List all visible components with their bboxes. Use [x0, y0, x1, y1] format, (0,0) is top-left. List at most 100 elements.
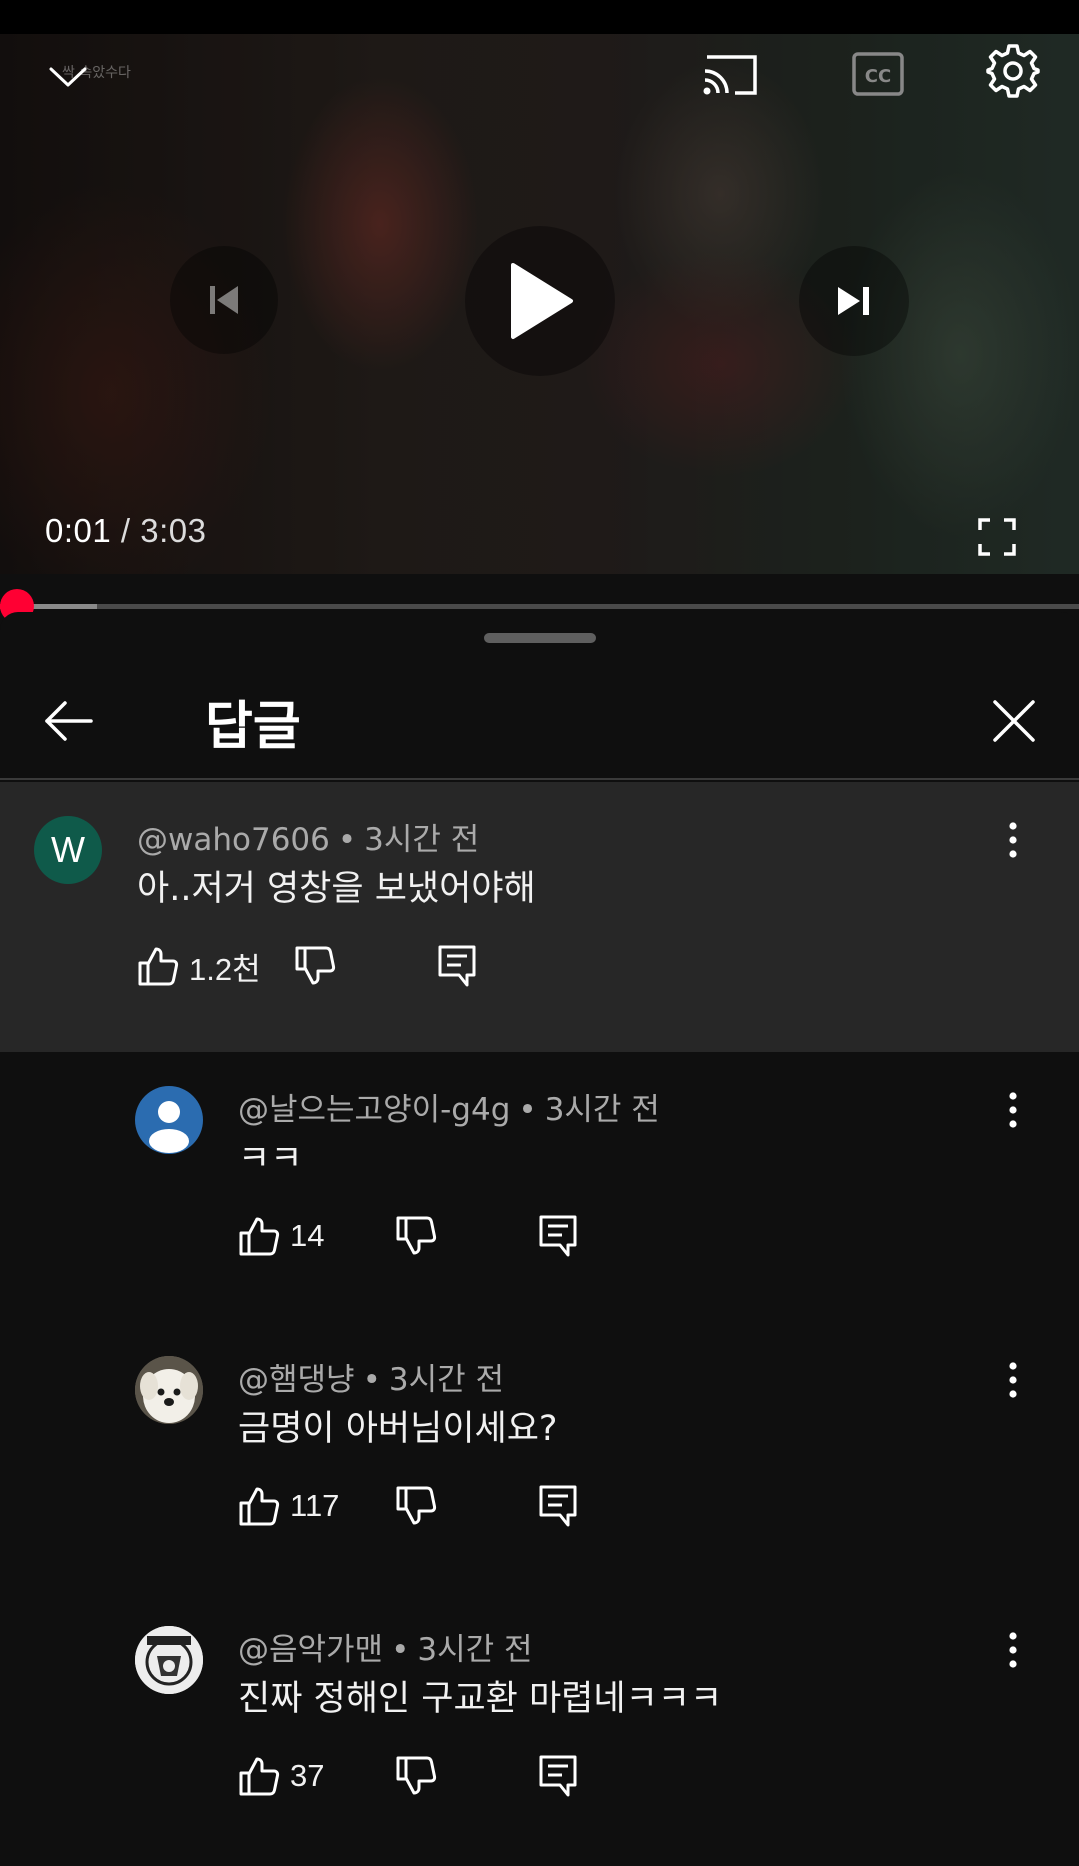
meta-dot: •	[337, 822, 357, 858]
comment-text: 금명이 아버님이세요?	[238, 1409, 558, 1449]
progress-track[interactable]	[0, 604, 1079, 609]
comment-actions: 37	[238, 1748, 598, 1808]
comment-author[interactable]: @음악가맨	[238, 1632, 383, 1668]
fullscreen-button[interactable]	[970, 510, 1024, 564]
thumbs-up-icon	[138, 947, 179, 986]
comment-text: 진짜 정해인 구교환 마렵네ㅋㅋㅋ	[238, 1679, 723, 1719]
thumbs-down-icon	[396, 1216, 437, 1255]
skip-previous-icon	[210, 286, 238, 314]
logo-avatar-image	[135, 1626, 203, 1694]
comment-time: 3시간 전	[364, 822, 480, 858]
more-options-button[interactable]	[983, 1350, 1043, 1410]
more-vertical-icon	[1009, 1362, 1017, 1398]
comment-meta: @햄댕냥 • 3시간 전	[238, 1354, 504, 1399]
reply-comment: @햄댕냥 • 3시간 전 금명이 아버님이세요? 117	[0, 1322, 1079, 1592]
panel-header: 답글	[0, 652, 1079, 780]
fullscreen-icon	[978, 518, 1016, 556]
comment-text: ㅋㅋ	[238, 1139, 303, 1179]
comment-icon	[539, 1215, 577, 1257]
back-button[interactable]	[34, 686, 104, 756]
play-icon	[511, 263, 573, 339]
thumbs-down-icon	[396, 1756, 437, 1795]
collapse-button[interactable]	[38, 52, 98, 102]
more-vertical-icon	[1009, 1092, 1017, 1128]
status-bar	[0, 0, 1079, 34]
like-count: 1.2천	[189, 951, 261, 987]
video-player[interactable]: 싹 속았수다 CC 0:01 / 3:03	[0, 34, 1079, 574]
comment-time: 3시간 전	[388, 1362, 504, 1398]
avatar[interactable]	[135, 1626, 203, 1694]
comment-meta: @waho7606 • 3시간 전	[137, 814, 479, 859]
dog-avatar-image	[135, 1356, 203, 1424]
dislike-button[interactable]	[395, 1208, 437, 1264]
reply-comment: @날으는고양이-g4g • 3시간 전 ㅋㅋ 14	[0, 1052, 1079, 1322]
comment-meta: @날으는고양이-g4g • 3시간 전	[238, 1084, 660, 1129]
previous-button[interactable]	[170, 246, 278, 354]
close-button[interactable]	[979, 686, 1049, 756]
meta-dot: •	[518, 1092, 537, 1128]
parent-comment: W @waho7606 • 3시간 전 아..저거 영창을 보냈어야해 1.2천	[0, 782, 1079, 1052]
comment-author[interactable]: @waho7606	[137, 822, 330, 858]
comment-meta: @음악가맨 • 3시간 전	[238, 1624, 533, 1669]
like-count: 37	[290, 1758, 325, 1793]
reply-button[interactable]	[437, 938, 477, 994]
next-button[interactable]	[799, 246, 909, 356]
arrow-left-icon	[45, 701, 93, 741]
default-user-icon	[149, 1101, 189, 1153]
comment-author[interactable]: @햄댕냥	[238, 1362, 355, 1398]
comment-author[interactable]: @날으는고양이-g4g	[238, 1092, 510, 1128]
thumbs-up-icon	[239, 1487, 280, 1526]
comment-icon	[539, 1755, 577, 1797]
more-options-button[interactable]	[983, 1080, 1043, 1140]
thumbs-down-icon	[396, 1486, 437, 1525]
like-button[interactable]: 117	[238, 1478, 339, 1534]
captions-button[interactable]: CC	[846, 42, 910, 106]
like-count: 14	[290, 1218, 325, 1253]
reply-button[interactable]	[538, 1478, 578, 1534]
close-icon	[993, 700, 1035, 742]
cast-button[interactable]	[696, 42, 766, 106]
dislike-button[interactable]	[294, 938, 336, 994]
meta-dot: •	[362, 1362, 381, 1398]
reply-button[interactable]	[538, 1748, 578, 1804]
meta-dot: •	[391, 1632, 410, 1668]
replies-panel: 답글 W @waho7606 • 3시간 전 아..저거 영창을 보냈어야해 1…	[0, 612, 1079, 1866]
chevron-down-icon	[49, 67, 87, 87]
comment-actions: 1.2천	[137, 938, 497, 998]
time-separator: /	[111, 512, 141, 549]
like-button[interactable]: 14	[238, 1208, 324, 1264]
reply-button[interactable]	[538, 1208, 578, 1264]
thumbs-up-icon	[239, 1757, 280, 1796]
cast-icon	[703, 55, 757, 95]
more-vertical-icon	[1009, 1632, 1017, 1668]
like-count: 117	[290, 1488, 340, 1523]
play-button[interactable]	[465, 226, 615, 376]
current-time: 0:01	[45, 512, 112, 549]
comment-time: 3시간 전	[544, 1092, 660, 1128]
like-button[interactable]: 37	[238, 1748, 324, 1804]
settings-button[interactable]	[980, 38, 1046, 104]
dislike-button[interactable]	[395, 1748, 437, 1804]
comment-time: 3시간 전	[417, 1632, 533, 1668]
gear-icon	[986, 44, 1040, 98]
skip-next-icon	[838, 287, 869, 315]
thumbs-down-icon	[295, 946, 336, 985]
panel-title: 답글	[205, 697, 301, 757]
like-button[interactable]: 1.2천	[137, 938, 261, 994]
avatar[interactable]	[135, 1086, 203, 1154]
duration: 3:03	[140, 512, 207, 549]
thumbs-up-icon	[239, 1217, 280, 1256]
avatar[interactable]: W	[34, 816, 102, 884]
more-options-button[interactable]	[983, 810, 1043, 870]
comment-icon	[539, 1485, 577, 1527]
avatar-letter: W	[51, 829, 85, 870]
dislike-button[interactable]	[395, 1478, 437, 1534]
more-options-button[interactable]	[983, 1620, 1043, 1680]
comment-icon	[438, 945, 476, 987]
reply-comment: @음악가맨 • 3시간 전 진짜 정해인 구교환 마렵네ㅋㅋㅋ 37	[0, 1592, 1079, 1862]
captions-icon: CC	[852, 52, 904, 96]
drag-handle[interactable]	[484, 633, 596, 643]
svg-text:CC: CC	[865, 66, 891, 87]
progress-bar[interactable]	[0, 574, 1079, 623]
avatar[interactable]	[135, 1356, 203, 1424]
